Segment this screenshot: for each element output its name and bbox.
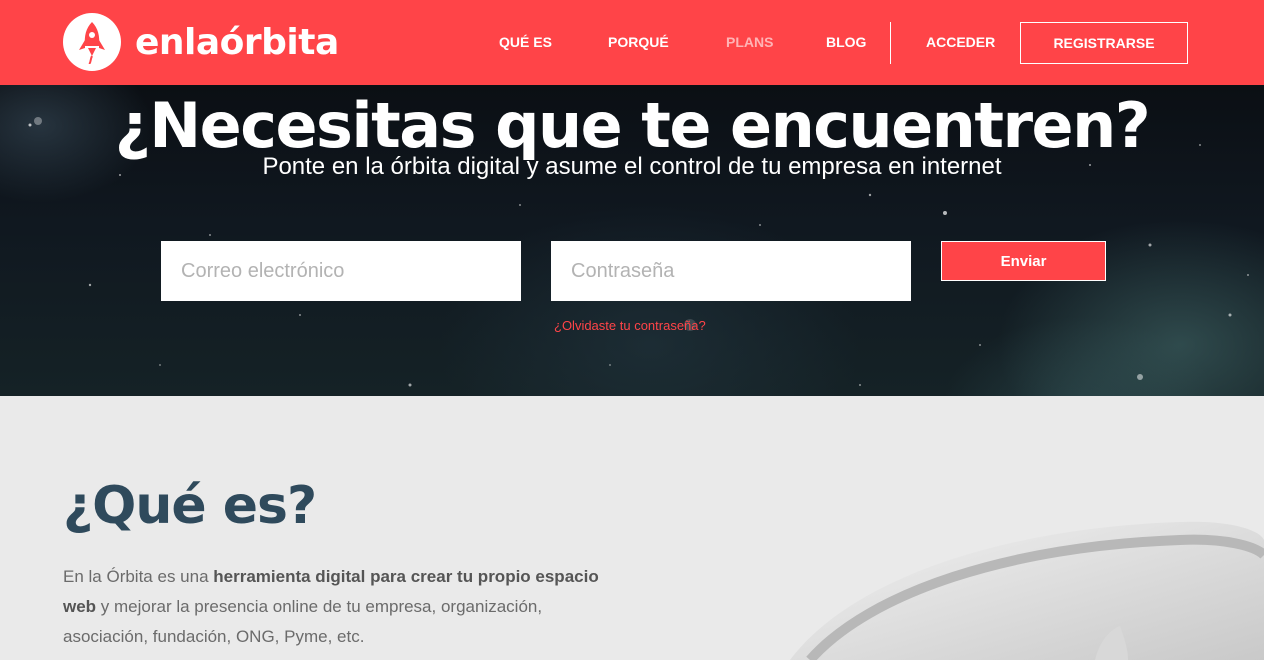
nav-acceder[interactable]: ACCEDER <box>926 34 995 50</box>
site-header: enlaórbita QUÉ ES PORQUÉ PLANS BLOG ACCE… <box>0 0 1264 85</box>
forgot-password-link[interactable]: ¿Olvidaste tu contraseña? <box>554 318 706 333</box>
logo[interactable]: enlaórbita <box>63 12 339 72</box>
register-button[interactable]: REGISTRARSE <box>1020 22 1188 64</box>
nav-divider <box>890 22 891 64</box>
section-description: En la Órbita es una herramienta digital … <box>63 562 623 652</box>
description-text-start: En la Órbita es una <box>63 567 214 586</box>
nav-porque[interactable]: PORQUÉ <box>608 34 669 50</box>
hero-subtitle: Ponte en la órbita digital y asume el co… <box>262 153 1002 180</box>
submit-button[interactable]: Enviar <box>941 241 1106 281</box>
hero-title: ¿Necesitas que te encuentren? <box>114 89 1151 162</box>
nav-plans[interactable]: PLANS <box>726 34 773 50</box>
password-field[interactable] <box>551 241 911 301</box>
nav-que-es[interactable]: QUÉ ES <box>499 34 552 50</box>
brand-name: enlaórbita <box>135 21 339 63</box>
nav-blog[interactable]: BLOG <box>826 34 866 50</box>
hero-section: ¿Necesitas que te encuentren? Ponte en l… <box>0 85 1264 396</box>
rocket-illustration <box>790 521 1264 660</box>
description-text-end: y mejorar la presencia online de tu empr… <box>63 597 543 646</box>
rocket-icon <box>63 13 121 71</box>
section-title: ¿Qué es? <box>63 476 317 536</box>
email-field[interactable] <box>161 241 521 301</box>
